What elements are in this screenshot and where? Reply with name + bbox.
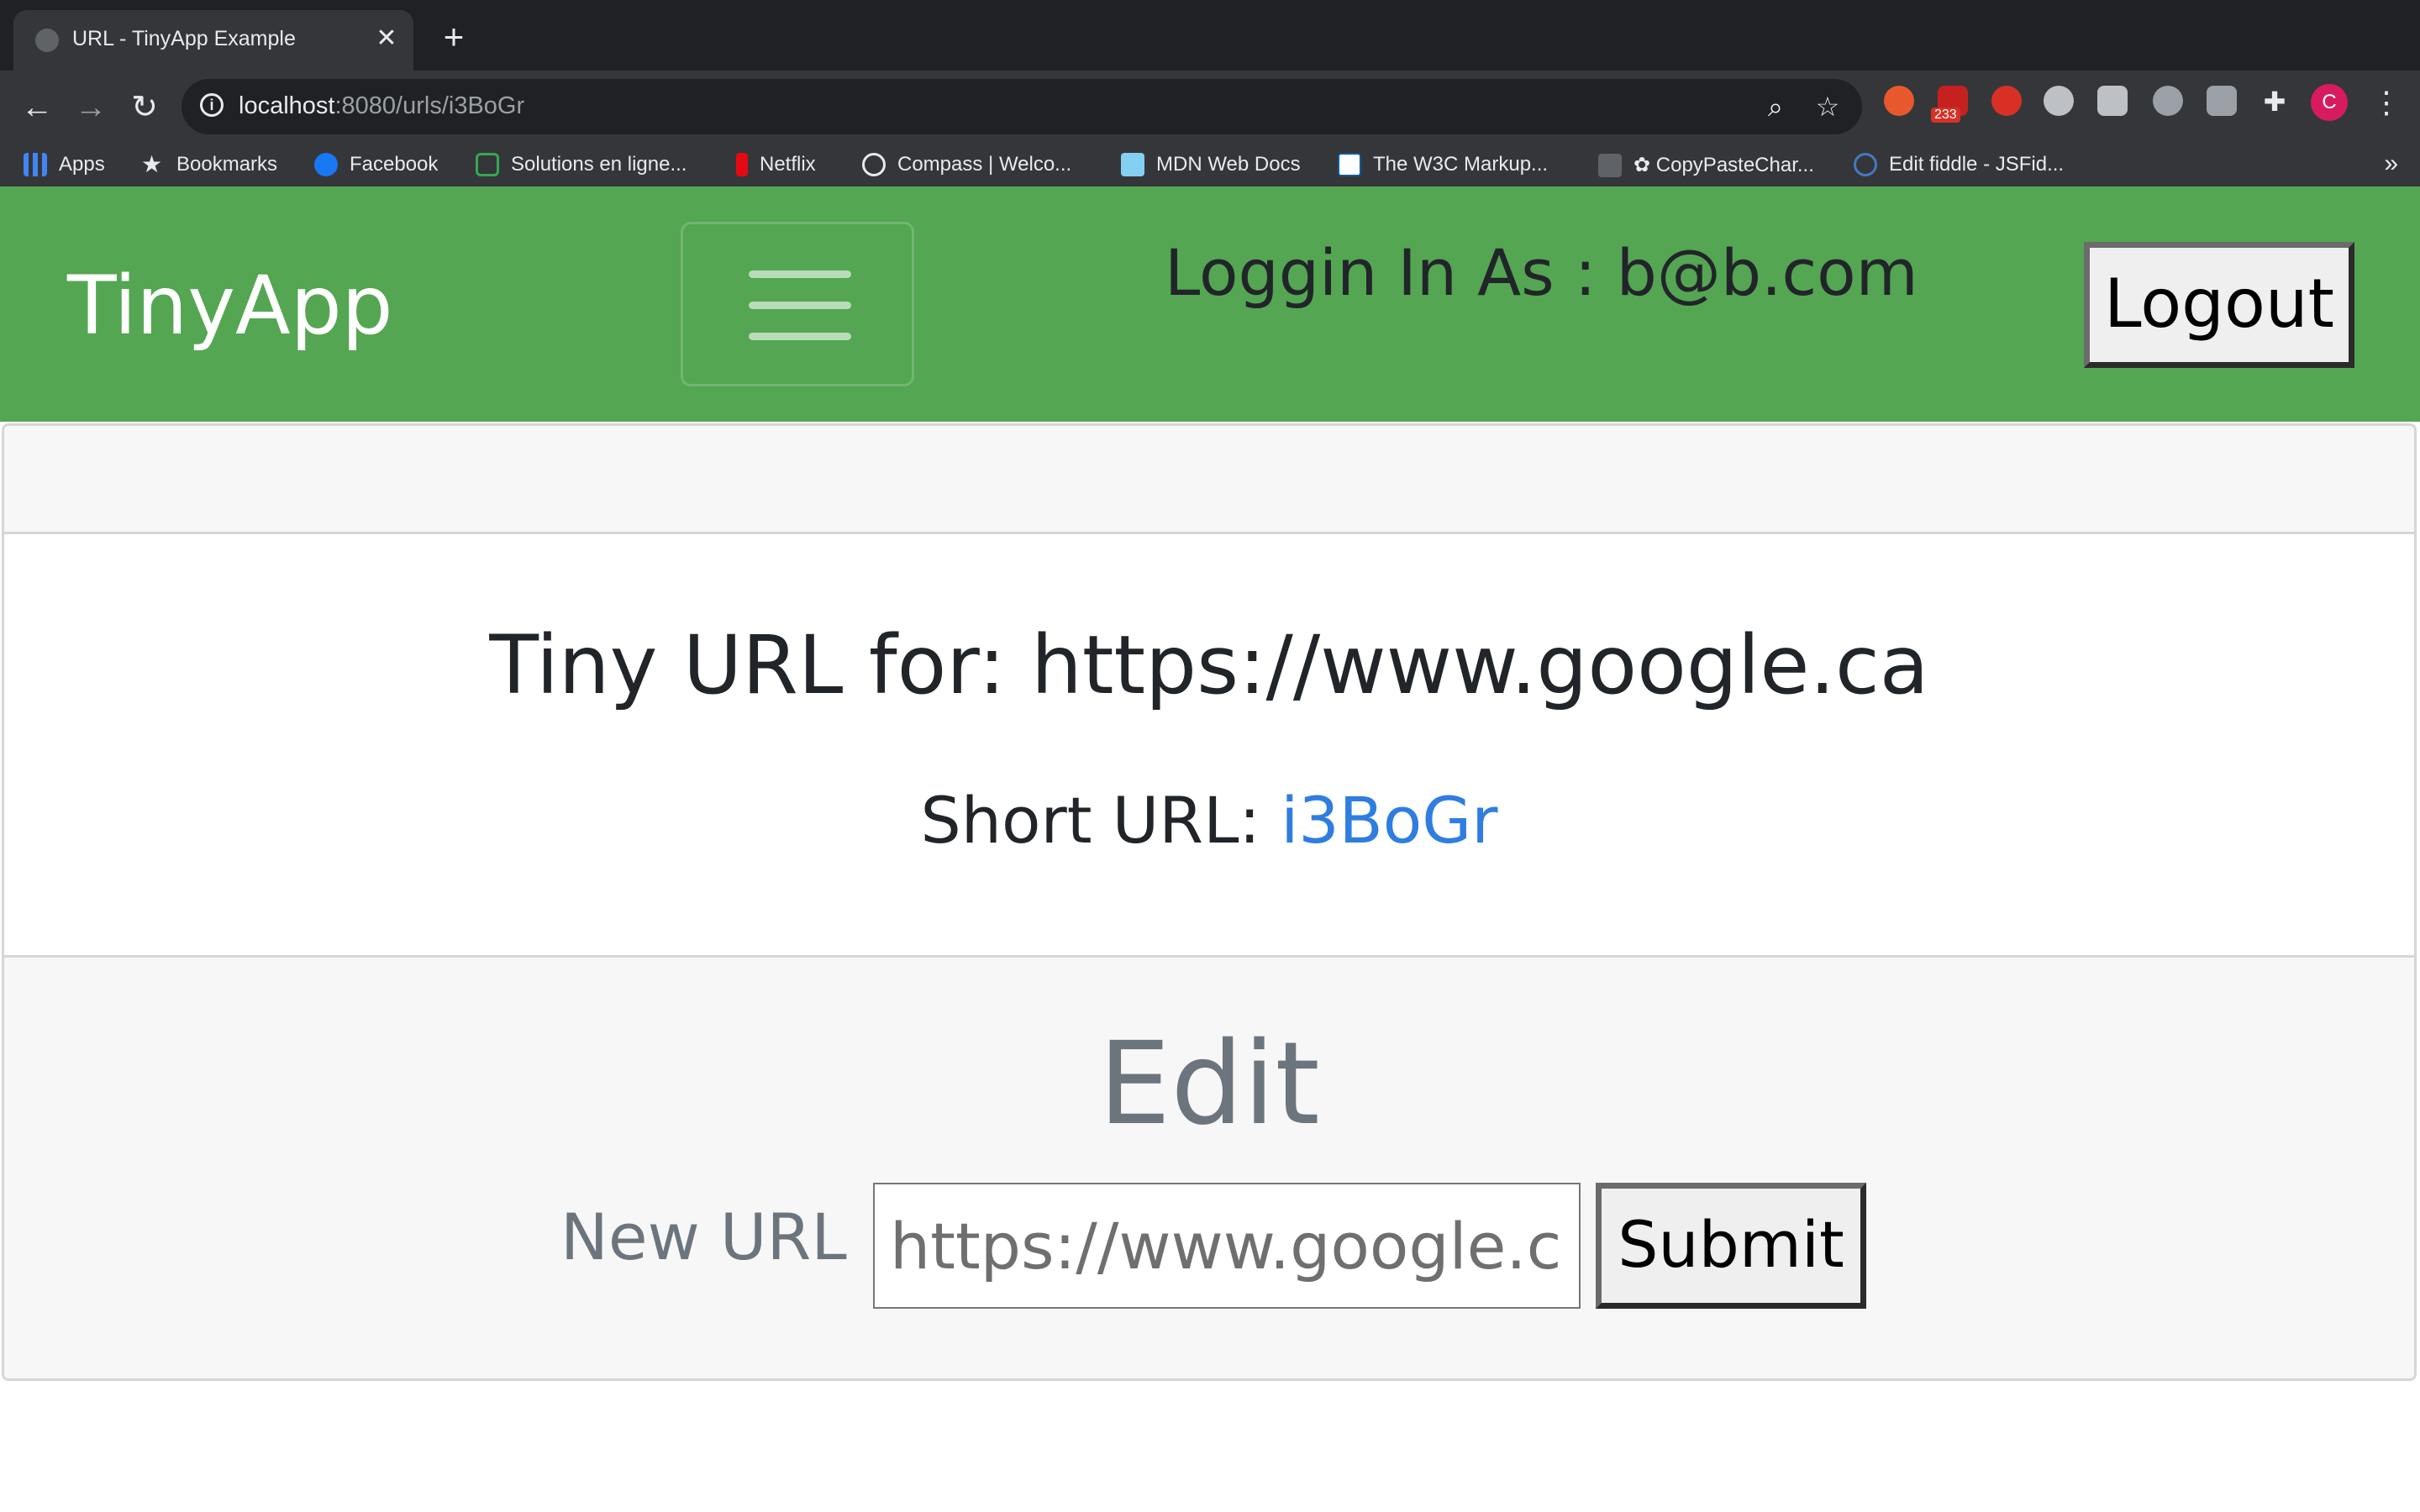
url-card: Tiny URL for: https://www.google.ca Shor… [2,423,2417,1381]
bookmarks-overflow-icon[interactable]: » [2384,150,2398,178]
facebook-icon [314,153,338,176]
bookmark-solutions[interactable]: Solutions en ligne... [476,153,687,176]
bookmark-label: Compass | Welco... [897,153,1072,176]
card-footer: Edit New URL : Submit [4,955,2414,1378]
hamburger-line [749,302,851,309]
tab-title: URL - TinyApp Example [72,27,296,50]
zoom-icon[interactable]: ⌕ [1758,89,1793,124]
reload-button[interactable]: ↻ [124,87,165,128]
puzzle-extension-icon[interactable]: ✚ [2257,84,2292,119]
profile-avatar[interactable]: C [2311,84,2348,121]
edit-heading: Edit [1098,1018,1320,1151]
compass-icon [862,153,886,176]
new-url-label: New URL : [560,1200,889,1274]
jsfiddle-icon [1854,153,1877,176]
bookmark-label: MDN Web Docs [1156,153,1301,176]
bookmark-mdn[interactable]: MDN Web Docs [1121,153,1301,176]
hexagon-icon [476,153,499,176]
bookmark-facebook[interactable]: Facebook [314,153,438,176]
bookmarks-bar: Apps ★ Bookmarks Facebook Solutions en l… [0,143,2420,192]
apps-grid-icon [24,153,47,176]
app-navbar: TinyApp Loggin In As : b@b.com Logout [0,186,2420,422]
w3c-icon [1338,153,1361,176]
browser-menu-icon[interactable]: ⋮ [2371,82,2402,123]
address-bar[interactable]: i localhost:8080/urls/i3BoGr ⌕ ☆ [182,79,1862,134]
gmail-extension-icon[interactable]: 233 [1931,86,1968,123]
card-title: Tiny URL for: https://www.google.ca [489,618,1929,712]
browser-tab-strip: URL - TinyApp Example ✕ + [0,0,2420,71]
bookmark-label: Edit fiddle - JSFid... [1889,153,2065,176]
new-tab-button[interactable]: + [435,19,472,57]
bookmark-w3c[interactable]: The W3C Markup... [1338,153,1548,176]
info-icon[interactable]: i [200,93,224,117]
k-extension-icon[interactable] [2207,86,2237,116]
netflix-icon [736,153,748,176]
bookmark-label: Netflix [760,153,816,176]
adblock-extension-icon[interactable] [1991,86,2022,116]
bookmark-label: Apps [59,153,105,176]
logged-in-status: Loggin In As : b@b.com [1165,235,1918,310]
mdn-icon [1121,153,1144,176]
bookmark-label: Solutions en ligne... [511,153,687,176]
alert-extension-icon[interactable] [1884,86,1914,116]
bookmark-label: Facebook [350,153,439,176]
bookmark-apps[interactable]: Apps [24,153,105,176]
menu-toggle-button[interactable] [681,222,914,386]
browser-toolbar: ← → ↻ i localhost:8080/urls/i3BoGr ⌕ ☆ 2… [0,71,2420,200]
doc-extension-icon[interactable] [2097,86,2128,116]
logout-button[interactable]: Logout [2084,242,2354,368]
back-button[interactable]: ← [17,87,57,128]
short-url-label: Short URL: [920,783,1281,858]
gmail-badge: 233 [1931,108,1960,123]
star-icon: ★ [141,151,163,177]
browser-tab[interactable]: URL - TinyApp Example ✕ [13,10,413,71]
bookmark-copypaste[interactable]: ✿ CopyPasteChar... [1598,153,1814,177]
brand-logo[interactable]: TinyApp [67,259,393,353]
hamburger-line [749,333,851,340]
globe-icon [35,29,59,52]
short-url-link[interactable]: i3BoGr [1281,783,1497,858]
card-body: Tiny URL for: https://www.google.ca Shor… [4,534,2414,954]
card-header [4,426,2414,534]
close-icon[interactable]: ✕ [371,24,402,54]
copypaste-icon [1598,153,1622,177]
bookmark-bookmarks[interactable]: ★ Bookmarks [141,153,277,176]
bookmark-label: Bookmarks [176,153,278,176]
bookmark-jsfiddle[interactable]: Edit fiddle - JSFid... [1854,153,2064,176]
url-host: localhost [239,92,335,119]
short-url-line: Short URL: i3BoGr [4,783,2414,858]
bookmark-label: ✿ CopyPasteChar... [1634,154,1814,176]
bookmark-label: The W3C Markup... [1373,153,1549,176]
address-url: localhost:8080/urls/i3BoGr [239,92,524,120]
star-icon[interactable]: ☆ [1810,89,1845,124]
hamburger-line [749,270,851,278]
circle-extension-icon[interactable] [2153,86,2183,116]
new-url-input[interactable] [873,1183,1581,1309]
bulb-extension-icon[interactable] [2044,86,2074,116]
url-path: :8080/urls/i3BoGr [334,92,525,119]
bookmark-netflix[interactable]: Netflix [736,153,816,176]
forward-button[interactable]: → [71,87,111,128]
submit-button[interactable]: Submit [1596,1183,1866,1309]
bookmark-compass[interactable]: Compass | Welco... [862,153,1071,176]
